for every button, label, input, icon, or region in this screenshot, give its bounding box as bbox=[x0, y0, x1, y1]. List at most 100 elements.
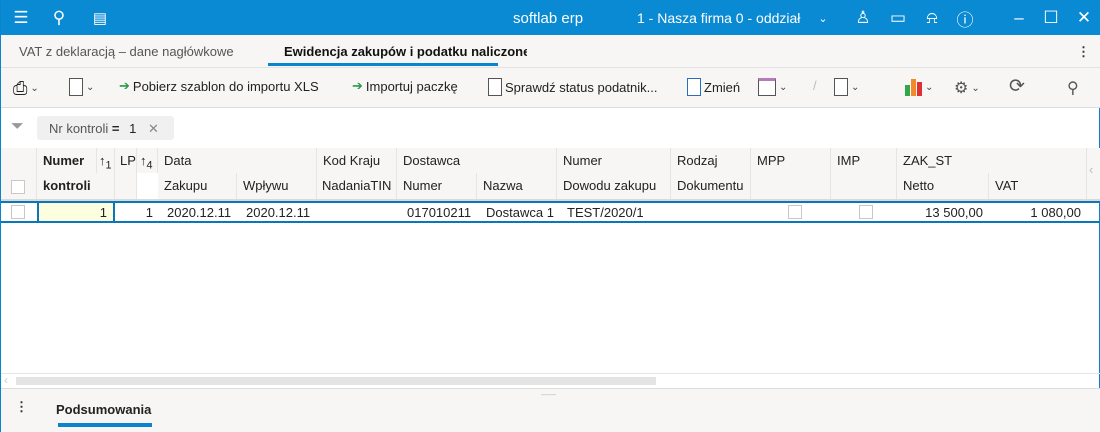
col-numer-dowodu[interactable]: Numer bbox=[557, 148, 671, 173]
document-gear-icon bbox=[69, 78, 83, 96]
download-template-label: Pobierz szablon do importu XLS bbox=[132, 78, 319, 94]
cell-dostawca-nazwa[interactable]: Dostawca 1 bbox=[486, 203, 554, 221]
settings-button[interactable]: ⚙ ⌄ bbox=[954, 78, 980, 98]
cell-data-zakupu[interactable]: 2020.12.11 bbox=[167, 203, 231, 221]
col-dostawca[interactable]: Dostawca bbox=[397, 148, 557, 173]
title-bar: ☰ ⚲ ▤ softlab erp 1 - Nasza firma 0 - od… bbox=[1, 0, 1100, 35]
sort-asc-icon[interactable]: ↑1 bbox=[97, 148, 115, 173]
chevron-down-icon: ⌄ bbox=[779, 81, 788, 93]
col-lp[interactable]: LP bbox=[115, 148, 137, 199]
col-nazwa[interactable]: Nazwa bbox=[477, 173, 557, 199]
hamburger-menu-icon[interactable]: ☰ bbox=[11, 8, 31, 28]
company-selector[interactable]: 1 - Nasza firma 0 - oddział bbox=[637, 10, 800, 26]
filter-field: Nr kontroli bbox=[49, 121, 109, 136]
download-template-button[interactable]: ➔ Pobierz szablon do importu XLS bbox=[119, 78, 319, 94]
more-icon[interactable]: ⋮ bbox=[15, 399, 28, 415]
scroll-left-icon[interactable]: ‹ bbox=[4, 373, 8, 387]
window: ☰ ⚲ ▤ softlab erp 1 - Nasza firma 0 - od… bbox=[0, 0, 1100, 432]
news-icon[interactable]: ▤ bbox=[90, 8, 110, 28]
filter-icon[interactable]: ⏷ bbox=[11, 118, 24, 136]
resize-handle[interactable]: ‒‒‒ bbox=[541, 389, 556, 399]
chevron-down-icon: ⌄ bbox=[30, 83, 39, 94]
filter-operator: = bbox=[111, 121, 120, 136]
col-zakupu[interactable]: Zakupu bbox=[158, 173, 237, 199]
printer-icon: ⎙ bbox=[13, 78, 28, 98]
col-wplywu[interactable]: Wpływu bbox=[237, 173, 317, 199]
col-data[interactable]: Data bbox=[158, 148, 317, 173]
col-imp[interactable]: IMP bbox=[831, 148, 897, 199]
minimize-icon[interactable]: – bbox=[1009, 8, 1029, 28]
search-filter-icon[interactable]: ⚲ bbox=[1067, 78, 1079, 98]
tab-purchase-register[interactable]: Ewidencja zakupów i podatku naliczonego bbox=[284, 44, 527, 59]
separator: / bbox=[813, 78, 817, 93]
bar-chart-icon bbox=[905, 78, 922, 96]
column-hide-button[interactable]: ⌄ bbox=[758, 78, 787, 96]
refresh-icon[interactable]: ⟳ bbox=[1009, 75, 1025, 98]
search-icon[interactable]: ⚲ bbox=[49, 8, 69, 28]
more-icon[interactable]: ⋮ bbox=[1077, 44, 1090, 60]
chevron-down-icon: ⌄ bbox=[971, 82, 980, 94]
user-icon[interactable]: ♙ bbox=[853, 8, 873, 28]
cell-lp[interactable]: 1 bbox=[117, 203, 153, 221]
col-mpp[interactable]: MPP bbox=[751, 148, 831, 199]
filter-value: 1 bbox=[129, 121, 137, 136]
chart-button[interactable]: ⌄ bbox=[905, 78, 933, 96]
print-button[interactable]: ⎙ ⌄ bbox=[13, 78, 39, 99]
import-icon: ➔ bbox=[352, 78, 363, 93]
tab-vat-header[interactable]: VAT z deklaracją – dane nagłówkowe bbox=[19, 44, 249, 59]
cell-dostawca-numer[interactable]: 017010211 bbox=[407, 203, 475, 221]
close-icon[interactable]: ✕ bbox=[148, 121, 159, 136]
maximize-icon[interactable]: ☐ bbox=[1041, 8, 1061, 28]
change-button[interactable]: Zmień bbox=[687, 78, 740, 96]
scrollbar-thumb[interactable] bbox=[16, 377, 656, 385]
toolbar: ⎙ ⌄ ⌄ ➔ Pobierz szablon do importu XLS ➔ Im… bbox=[1, 68, 1100, 108]
bottom-panel: ‒‒‒ ⋮ Podsumowania bbox=[1, 389, 1100, 432]
col-vat[interactable]: VAT bbox=[989, 173, 1087, 199]
table-row[interactable]: 1 1 2020.12.11 2020.12.11 017010211 Dost… bbox=[1, 201, 1100, 223]
import-icon: ➔ bbox=[119, 78, 130, 93]
col-numer[interactable]: Numer bbox=[37, 148, 97, 173]
mpp-checkbox[interactable] bbox=[788, 205, 802, 219]
gear-warning-icon: ⚙ bbox=[954, 80, 969, 97]
chat-icon[interactable]: ▭ bbox=[888, 8, 908, 28]
cell-numer-kontroli[interactable]: 1 bbox=[37, 203, 115, 221]
col-kontroli[interactable]: kontroli bbox=[37, 173, 115, 199]
active-tab-indicator bbox=[268, 63, 498, 66]
chevron-down-icon: ⌄ bbox=[925, 81, 934, 93]
col-rodzaj[interactable]: Rodzaj bbox=[671, 148, 751, 173]
cell-netto[interactable]: 13 500,00 bbox=[897, 203, 983, 221]
help-icon[interactable]: ⓘ bbox=[955, 8, 975, 30]
import-package-button[interactable]: ➔ Importuj paczkę bbox=[352, 78, 458, 94]
app-title: softlab erp bbox=[513, 10, 584, 27]
import-package-label: Importuj paczkę bbox=[365, 78, 458, 94]
select-all-checkbox[interactable] bbox=[11, 180, 25, 194]
col-nadania-tin[interactable]: NadaniaTIN bbox=[317, 173, 397, 199]
scroll-left-icon[interactable]: ‹ bbox=[1087, 148, 1100, 199]
tab-podsumowania[interactable]: Podsumowania bbox=[56, 402, 151, 417]
col-zak-st[interactable]: ZAK_ST bbox=[897, 148, 1087, 173]
document-settings-button[interactable]: ⌄ bbox=[69, 78, 94, 96]
horizontal-scrollbar[interactable]: ‹ bbox=[1, 373, 1100, 389]
cell-dowod[interactable]: TEST/2020/1 bbox=[567, 203, 644, 221]
col-dostawca-numer[interactable]: Numer bbox=[397, 173, 477, 199]
document-gear-icon bbox=[488, 78, 502, 96]
chevron-down-icon[interactable]: ⌄ bbox=[813, 8, 833, 28]
export-button[interactable]: ⌄ bbox=[834, 78, 859, 96]
row-checkbox[interactable] bbox=[11, 205, 25, 219]
col-netto[interactable]: Netto bbox=[897, 173, 989, 199]
imp-checkbox[interactable] bbox=[859, 205, 873, 219]
tab-bar: VAT z deklaracją – dane nagłówkowe Ewide… bbox=[1, 35, 1100, 68]
col-dokumentu[interactable]: Dokumentu bbox=[671, 173, 751, 199]
select-all-header bbox=[1, 148, 37, 199]
cell-vat[interactable]: 1 080,00 bbox=[989, 203, 1081, 221]
col-kod-kraju[interactable]: Kod Kraju bbox=[317, 148, 397, 173]
cell-data-wplywu[interactable]: 2020.12.11 bbox=[246, 203, 310, 221]
chevron-down-icon: ⌄ bbox=[86, 81, 95, 93]
sort-order: 1 bbox=[105, 159, 112, 172]
bell-icon[interactable]: ⍾ bbox=[922, 8, 942, 28]
check-status-button[interactable]: Sprawdź status podatnik... bbox=[488, 78, 657, 96]
sort-asc-icon[interactable]: ↑4 bbox=[137, 148, 158, 173]
col-dowodu-zakupu[interactable]: Dowodu zakupu bbox=[557, 173, 671, 199]
close-icon[interactable]: ✕ bbox=[1074, 8, 1094, 28]
filter-chip[interactable]: Nr kontroli = 1 ✕ bbox=[37, 116, 174, 140]
